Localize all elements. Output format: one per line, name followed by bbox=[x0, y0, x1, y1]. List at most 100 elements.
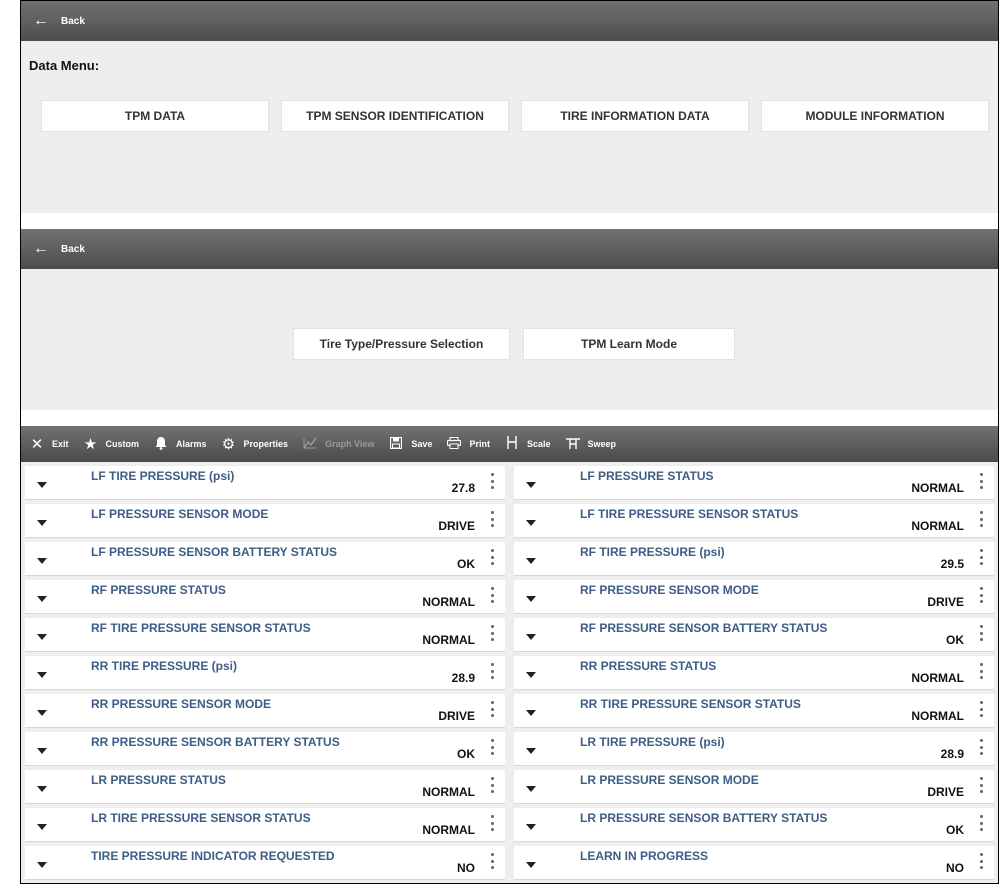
more-options-icon[interactable] bbox=[487, 850, 497, 872]
graph-view-label: Graph View bbox=[325, 439, 375, 449]
caret-down-icon[interactable] bbox=[37, 786, 47, 792]
tpm-data-button[interactable]: TPM DATA bbox=[41, 100, 269, 132]
pid-row[interactable]: LR TIRE PRESSURE (psi) 28.9 bbox=[514, 732, 994, 766]
pid-row[interactable]: TIRE PRESSURE INDICATOR REQUESTED NO bbox=[25, 846, 505, 880]
pid-row[interactable]: LF TIRE PRESSURE SENSOR STATUS NORMAL bbox=[514, 504, 994, 538]
pid-row[interactable]: RF PRESSURE STATUS NORMAL bbox=[25, 580, 505, 614]
more-options-icon[interactable] bbox=[487, 508, 497, 530]
more-options-icon[interactable] bbox=[976, 736, 986, 758]
caret-down-icon[interactable] bbox=[526, 710, 536, 716]
caret-down-icon[interactable] bbox=[37, 710, 47, 716]
pid-name: TIRE PRESSURE INDICATOR REQUESTED bbox=[91, 849, 335, 863]
caret-down-icon[interactable] bbox=[526, 634, 536, 640]
more-options-icon[interactable] bbox=[487, 698, 497, 720]
more-options-icon[interactable] bbox=[976, 622, 986, 644]
caret-down-icon[interactable] bbox=[526, 672, 536, 678]
caret-down-icon[interactable] bbox=[37, 672, 47, 678]
more-options-icon[interactable] bbox=[976, 508, 986, 530]
more-options-icon[interactable] bbox=[487, 736, 497, 758]
caret-down-icon[interactable] bbox=[37, 482, 47, 488]
more-options-icon[interactable] bbox=[976, 850, 986, 872]
more-options-icon[interactable] bbox=[487, 774, 497, 796]
sweep-button[interactable]: Sweep bbox=[565, 437, 616, 452]
more-options-icon[interactable] bbox=[487, 622, 497, 644]
screenshot-frame: ← Back Data Menu: TPM DATA TPM SENSOR ID… bbox=[20, 0, 999, 884]
print-button[interactable]: Print bbox=[446, 436, 490, 452]
caret-down-icon[interactable] bbox=[37, 824, 47, 830]
save-button[interactable]: Save bbox=[388, 436, 432, 452]
caret-down-icon[interactable] bbox=[526, 596, 536, 602]
graph-view-button[interactable]: Graph View bbox=[302, 437, 374, 452]
alarms-button[interactable]: Alarms bbox=[153, 436, 207, 453]
pid-row[interactable]: LF TIRE PRESSURE (psi) 27.8 bbox=[25, 466, 505, 500]
pid-row[interactable]: LEARN IN PROGRESS NO bbox=[514, 846, 994, 880]
more-options-icon[interactable] bbox=[976, 660, 986, 682]
back-button[interactable]: Back bbox=[61, 16, 85, 27]
printer-icon bbox=[446, 436, 462, 452]
more-options-icon[interactable] bbox=[487, 584, 497, 606]
tire-information-data-button[interactable]: TIRE INFORMATION DATA bbox=[521, 100, 749, 132]
top-navbar: ← Back bbox=[21, 1, 998, 41]
more-options-icon[interactable] bbox=[976, 812, 986, 834]
pid-data-list: LF TIRE PRESSURE (psi) 27.8 LF PRESSURE SE… bbox=[21, 462, 998, 883]
pid-row[interactable]: RR TIRE PRESSURE SENSOR STATUS NORMAL bbox=[514, 694, 994, 728]
pid-row[interactable]: RR TIRE PRESSURE (psi) 28.9 bbox=[25, 656, 505, 690]
pid-name: LR PRESSURE SENSOR MODE bbox=[580, 773, 759, 787]
pid-row[interactable]: RR PRESSURE STATUS NORMAL bbox=[514, 656, 994, 690]
bell-icon bbox=[153, 436, 169, 453]
pid-row[interactable]: LF PRESSURE SENSOR BATTERY STATUS OK bbox=[25, 542, 505, 576]
pid-name: LR PRESSURE SENSOR BATTERY STATUS bbox=[580, 811, 828, 825]
caret-down-icon[interactable] bbox=[526, 520, 536, 526]
tpm-sensor-identification-button[interactable]: TPM SENSOR IDENTIFICATION bbox=[281, 100, 509, 132]
caret-down-icon[interactable] bbox=[526, 786, 536, 792]
caret-down-icon[interactable] bbox=[526, 862, 536, 868]
pid-value: NORMAL bbox=[422, 633, 475, 647]
caret-down-icon[interactable] bbox=[37, 596, 47, 602]
more-options-icon[interactable] bbox=[976, 774, 986, 796]
caret-down-icon[interactable] bbox=[37, 634, 47, 640]
pid-name: LF TIRE PRESSURE (psi) bbox=[91, 469, 235, 483]
more-options-icon[interactable] bbox=[487, 470, 497, 492]
more-options-icon[interactable] bbox=[976, 584, 986, 606]
pid-row[interactable]: RF TIRE PRESSURE (psi) 29.5 bbox=[514, 542, 994, 576]
pid-row[interactable]: RF PRESSURE SENSOR MODE DRIVE bbox=[514, 580, 994, 614]
pid-row[interactable]: LR PRESSURE SENSOR MODE DRIVE bbox=[514, 770, 994, 804]
caret-down-icon[interactable] bbox=[526, 748, 536, 754]
back-arrow-icon[interactable]: ← bbox=[33, 13, 49, 29]
caret-down-icon[interactable] bbox=[37, 748, 47, 754]
caret-down-icon[interactable] bbox=[526, 482, 536, 488]
properties-button[interactable]: ⚙ Properties bbox=[221, 437, 288, 452]
caret-down-icon[interactable] bbox=[37, 862, 47, 868]
pid-row[interactable]: LR TIRE PRESSURE SENSOR STATUS NORMAL bbox=[25, 808, 505, 842]
caret-down-icon[interactable] bbox=[37, 558, 47, 564]
pid-row[interactable]: RR PRESSURE SENSOR MODE DRIVE bbox=[25, 694, 505, 728]
more-options-icon[interactable] bbox=[487, 546, 497, 568]
caret-down-icon[interactable] bbox=[526, 558, 536, 564]
back-arrow-icon[interactable]: ← bbox=[33, 241, 49, 257]
more-options-icon[interactable] bbox=[487, 812, 497, 834]
more-options-icon[interactable] bbox=[487, 660, 497, 682]
pid-value: NORMAL bbox=[422, 823, 475, 837]
module-information-button[interactable]: MODULE INFORMATION bbox=[761, 100, 989, 132]
pid-row[interactable]: LR PRESSURE SENSOR BATTERY STATUS OK bbox=[514, 808, 994, 842]
back-button[interactable]: Back bbox=[61, 244, 85, 255]
tire-type-pressure-selection-button[interactable]: Tire Type/Pressure Selection bbox=[293, 328, 510, 360]
caret-down-icon[interactable] bbox=[37, 520, 47, 526]
caret-down-icon[interactable] bbox=[526, 824, 536, 830]
pid-name: LF PRESSURE SENSOR BATTERY STATUS bbox=[91, 545, 338, 559]
pid-row[interactable]: LF PRESSURE STATUS NORMAL bbox=[514, 466, 994, 500]
pid-row[interactable]: LF PRESSURE SENSOR MODE DRIVE bbox=[25, 504, 505, 538]
more-options-icon[interactable] bbox=[976, 470, 986, 492]
pid-name: LR PRESSURE STATUS bbox=[91, 773, 226, 787]
pid-name: RR TIRE PRESSURE SENSOR STATUS bbox=[580, 697, 801, 711]
custom-button[interactable]: ★ Custom bbox=[83, 437, 139, 452]
pid-row[interactable]: LR PRESSURE STATUS NORMAL bbox=[25, 770, 505, 804]
scale-button[interactable]: Scale bbox=[504, 436, 551, 452]
tpm-learn-mode-button[interactable]: TPM Learn Mode bbox=[523, 328, 735, 360]
exit-button[interactable]: ✕ Exit bbox=[29, 437, 69, 452]
pid-row[interactable]: RF PRESSURE SENSOR BATTERY STATUS OK bbox=[514, 618, 994, 652]
pid-row[interactable]: RR PRESSURE SENSOR BATTERY STATUS OK bbox=[25, 732, 505, 766]
more-options-icon[interactable] bbox=[976, 698, 986, 720]
pid-row[interactable]: RF TIRE PRESSURE SENSOR STATUS NORMAL bbox=[25, 618, 505, 652]
more-options-icon[interactable] bbox=[976, 546, 986, 568]
